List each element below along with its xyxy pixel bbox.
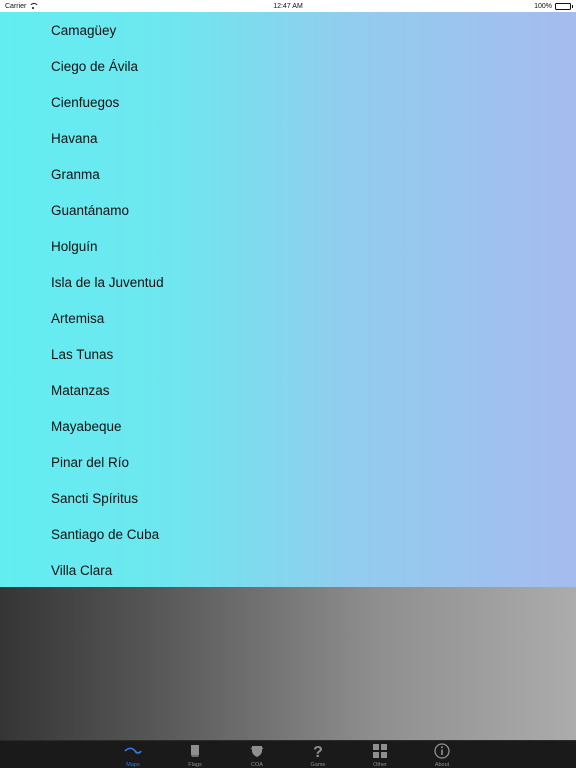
- list-item-label: Las Tunas: [51, 346, 114, 362]
- list-item-cienfuegos[interactable]: Cienfuegos: [0, 84, 576, 120]
- tab-flags[interactable]: Flags: [175, 741, 215, 768]
- list-item-label: Isla de la Juventud: [51, 274, 164, 290]
- wifi-icon: [29, 2, 40, 10]
- status-right: 100%: [534, 2, 573, 10]
- battery-icon: [555, 2, 573, 10]
- list-item-mayabeque[interactable]: Mayabeque: [0, 408, 576, 444]
- list-item-pinar-del-rio[interactable]: Pinar del Río: [0, 444, 576, 480]
- list-item-isla-de-la-juventud[interactable]: Isla de la Juventud: [0, 264, 576, 300]
- list-item-label: Holguín: [51, 238, 98, 254]
- list-item-holguin[interactable]: Holguín: [0, 228, 576, 264]
- status-time: 12:47 AM: [273, 2, 303, 10]
- tab-label: COA: [251, 762, 263, 768]
- list-item-las-tunas[interactable]: Las Tunas: [0, 336, 576, 372]
- empty-background-area: [0, 587, 576, 740]
- list-item-label: Ciego de Ávila: [51, 58, 139, 74]
- wave-icon: [123, 741, 143, 761]
- status-left: Carrier: [5, 2, 40, 10]
- battery-percent: 100%: [534, 2, 552, 10]
- list-item-label: Guantánamo: [51, 202, 130, 218]
- tab-label: Other: [373, 762, 387, 768]
- svg-text:?: ?: [313, 744, 323, 759]
- question-icon: ?: [308, 741, 328, 761]
- list-item-artemisa[interactable]: Artemisa: [0, 300, 576, 336]
- shield-icon: [247, 741, 267, 761]
- list-item-label: Sancti Spíritus: [51, 490, 139, 506]
- tab-other[interactable]: Other: [360, 741, 400, 768]
- list-item-ciego-de-avila[interactable]: Ciego de Ávila: [0, 48, 576, 84]
- list-item-label: Cienfuegos: [51, 94, 120, 110]
- tab-label: About: [434, 762, 450, 768]
- tab-coa[interactable]: COA: [237, 741, 277, 768]
- list-item-camaguey[interactable]: Camagüey: [0, 12, 576, 48]
- list-item-label: Santiago de Cuba: [51, 526, 160, 542]
- list-item-label: Villa Clara: [51, 562, 113, 578]
- grid-icon: [370, 741, 390, 761]
- tab-game[interactable]: ? Game: [298, 741, 338, 768]
- carrier-label: Carrier: [5, 2, 27, 10]
- list-item-label: Granma: [51, 166, 100, 182]
- list-item-santiago-de-cuba[interactable]: Santiago de Cuba: [0, 516, 576, 552]
- list-item-label: Artemisa: [51, 310, 105, 326]
- list-item-label: Mayabeque: [51, 418, 122, 434]
- tab-label: Flags: [188, 762, 202, 768]
- list-item-havana[interactable]: Havana: [0, 120, 576, 156]
- list-item-granma[interactable]: Granma: [0, 156, 576, 192]
- province-list[interactable]: Camagüey Ciego de Ávila Cienfuegos Havan…: [0, 12, 576, 587]
- list-item-label: Camagüey: [51, 22, 117, 38]
- list-item-label: Pinar del Río: [51, 454, 130, 470]
- tab-about[interactable]: About: [422, 741, 462, 768]
- list-item-sancti-spiritus[interactable]: Sancti Spíritus: [0, 480, 576, 516]
- tab-label: Maps: [126, 762, 140, 768]
- list-item-label: Havana: [51, 130, 98, 146]
- tab-maps[interactable]: Maps: [113, 741, 153, 768]
- tab-bar: Maps Flags COA ? Game Other About: [0, 740, 576, 768]
- list-item-guantanamo[interactable]: Guantánamo: [0, 192, 576, 228]
- status-bar: Carrier 12:47 AM 100%: [0, 0, 576, 12]
- tab-label: Game: [310, 762, 326, 768]
- info-icon: [432, 741, 452, 761]
- list-item-label: Matanzas: [51, 382, 110, 398]
- list-item-villa-clara[interactable]: Villa Clara: [0, 552, 576, 588]
- flag-book-icon: [185, 741, 205, 761]
- list-item-matanzas[interactable]: Matanzas: [0, 372, 576, 408]
